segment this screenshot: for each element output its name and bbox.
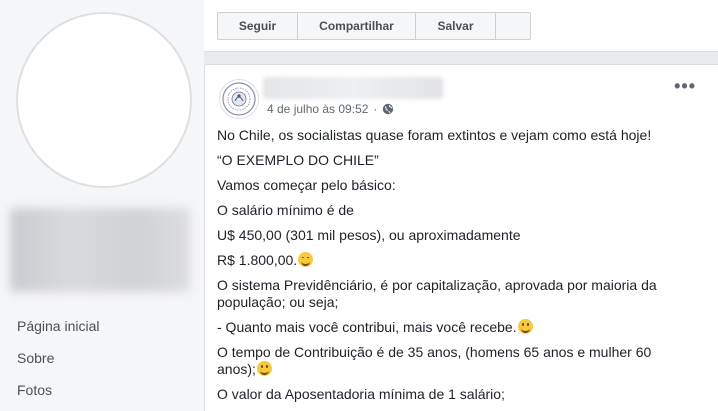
post-timestamp[interactable]: 4 de julho às 09:52 — [267, 102, 368, 116]
follow-button[interactable]: Seguir — [218, 13, 298, 39]
post-line-text: R$ 1.800,00. — [217, 252, 298, 268]
post-meta: 4 de julho às 09:52 · — [267, 101, 394, 117]
post-line: U$ 450,00 (301 mil pesos), ou aproximada… — [217, 227, 521, 243]
post-line: O sistema Previdênciário, é por capitali… — [217, 277, 657, 310]
post-line-text: - Quanto mais você contribui, mais você … — [217, 319, 517, 335]
nav-item-photos[interactable]: Fotos — [0, 374, 204, 406]
post-line-text: O tempo de Contribuição é de 35 anos, (h… — [217, 344, 652, 377]
smiling-face-emoji-icon — [517, 319, 533, 334]
post-author-avatar[interactable] — [219, 79, 259, 119]
post-card: 4 de julho às 09:52 · ••• No Chile, os s… — [204, 64, 718, 411]
page-name-blurred — [10, 208, 190, 292]
post-line-with-emoji: R$ 1.800,00. — [217, 252, 687, 269]
seal-logo-icon — [222, 82, 256, 116]
post-author-name-blurred — [263, 77, 443, 99]
profile-picture[interactable] — [16, 12, 192, 188]
post-line: Vamos começar pelo básico: — [217, 177, 396, 193]
meta-separator: · — [373, 102, 378, 116]
post-line: O valor da Aposentadoria mínima de 1 sal… — [217, 386, 505, 402]
post-text: No Chile, os socialistas quase foram ext… — [217, 127, 687, 411]
post-line: O salário mínimo é de — [217, 202, 354, 218]
page-actions-bar: Seguir Compartilhar Salvar — [217, 12, 531, 40]
nav-item-about[interactable]: Sobre — [0, 342, 204, 374]
nav-item-home[interactable]: Página inicial — [0, 310, 204, 342]
post-line: No Chile, os socialistas quase foram ext… — [217, 127, 652, 143]
save-button[interactable]: Salvar — [416, 13, 496, 39]
share-button[interactable]: Compartilhar — [298, 13, 416, 39]
globe-icon[interactable] — [382, 103, 394, 115]
smiling-face-emoji-icon — [256, 361, 272, 376]
post-line: “O EXEMPLO DO CHILE” — [217, 152, 379, 168]
post-line-with-emoji: O tempo de Contribuição é de 35 anos, (h… — [217, 344, 687, 378]
page-nav: Página inicial Sobre Fotos — [0, 310, 204, 406]
more-horizontal-icon[interactable]: ••• — [674, 77, 696, 95]
post-line-with-emoji: - Quanto mais você contribui, mais você … — [217, 319, 687, 336]
left-column: Página inicial Sobre Fotos — [0, 0, 204, 411]
more-actions-button[interactable] — [496, 13, 530, 39]
page-actions-card: Seguir Compartilhar Salvar — [204, 0, 718, 52]
winking-face-emoji-icon — [298, 252, 314, 267]
